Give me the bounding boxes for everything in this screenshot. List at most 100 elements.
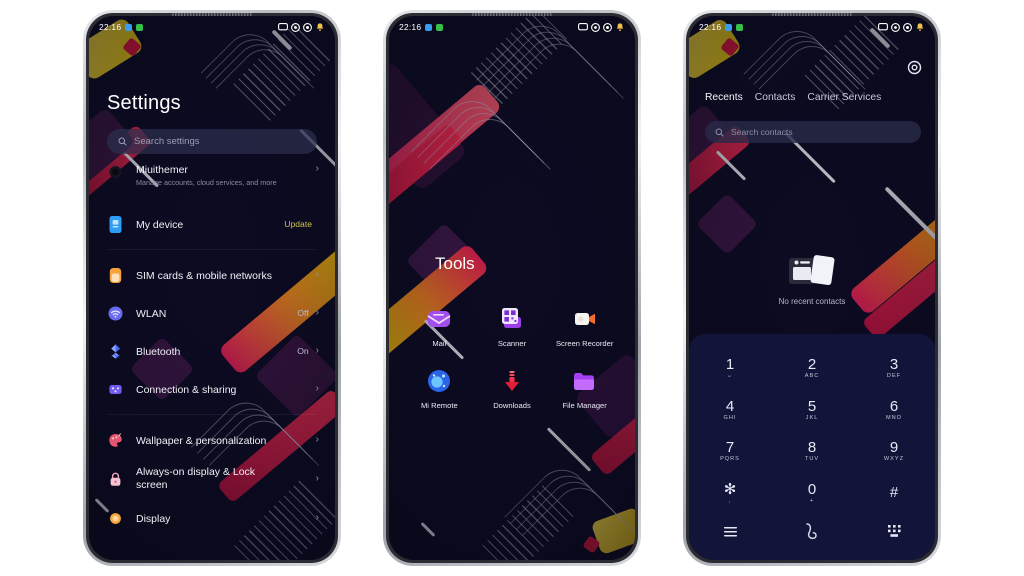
settings-item-wallpaper[interactable]: Wallpaper & personalization › <box>89 421 335 459</box>
key-letters: , <box>728 497 732 504</box>
key-number: 6 <box>889 397 899 415</box>
dialpad-key-8[interactable]: 8 TUV <box>771 431 853 473</box>
phone-bezel: 22:16 Tools Mail Scanner Screen Recorder… <box>386 13 638 563</box>
search-placeholder: Search settings <box>134 136 200 147</box>
settings-item-sub: Manage accounts, cloud services, and mor… <box>136 178 277 187</box>
key-letters: WXYZ <box>883 456 905 463</box>
wallpaper-diamond-a <box>695 192 759 256</box>
contacts-search-input[interactable]: Search contacts <box>705 121 921 143</box>
settings-item-miuithemer[interactable]: Miuithemer Manage accounts, cloud servic… <box>89 161 335 205</box>
settings-item-text: Miuithemer Manage accounts, cloud servic… <box>136 164 316 187</box>
contact-cards-icon <box>789 255 835 286</box>
dialpad-key-6[interactable]: 6 MNO <box>853 390 935 432</box>
chevron-right-icon: › <box>315 345 319 356</box>
dialpad-key-5[interactable]: 5 JKL <box>771 390 853 432</box>
dialpad-key-7[interactable]: 7 PQRS <box>689 431 771 473</box>
tab-contacts[interactable]: Contacts <box>755 92 796 103</box>
phone-bezel: 22:16 Settings Search settings Miuitheme… <box>86 13 338 563</box>
app-icon-downloads[interactable]: Downloads <box>476 366 549 410</box>
dialpad-key-star[interactable]: ✻, <box>689 473 771 515</box>
status-bar-left: 22:16 <box>99 22 144 32</box>
dialpad-key-9[interactable]: 9 WXYZ <box>853 431 935 473</box>
call-button[interactable] <box>801 521 823 548</box>
dialpad-key-3[interactable]: 3 DEF <box>853 348 935 390</box>
dialpad-key-4[interactable]: 4 GHI <box>689 390 771 432</box>
key-number: 1 <box>725 356 735 374</box>
status-bar-left: 22:16 <box>399 22 444 32</box>
record-icon <box>591 22 600 32</box>
settings-item-label: Connection & sharing <box>136 384 237 396</box>
search-input[interactable]: Search settings <box>107 129 317 154</box>
phone-home-folder: 22:16 Tools Mail Scanner Screen Recorder… <box>383 10 641 566</box>
notification-bell-icon <box>616 23 624 32</box>
key-number: 7 <box>725 439 735 457</box>
settings-item-label: Bluetooth <box>136 346 181 358</box>
record-icon <box>291 22 300 32</box>
dialpad: 1 ⌣ 2 ABC 3 DEF 4 GHI 5 JKL 6 MNO 7 PQRS 8 TUV 9… <box>689 334 935 560</box>
keypad-toggle-button[interactable] <box>887 524 902 544</box>
app-icon-mi-remote[interactable]: Mi Remote <box>403 366 476 410</box>
app-icon-file-manager[interactable]: File Manager <box>548 366 621 410</box>
app-icon-mail[interactable]: Mail <box>403 304 476 348</box>
tab-recents[interactable]: Recents <box>705 92 743 103</box>
contacts-search-placeholder: Search contacts <box>731 127 793 137</box>
qr-scanner-icon <box>497 304 527 334</box>
status-dot-blue <box>725 23 733 31</box>
settings-item-display[interactable]: Display › <box>89 499 335 537</box>
settings-item-value: On <box>297 346 309 356</box>
key-number: ✻ <box>723 480 737 498</box>
folder-icon <box>570 366 600 396</box>
app-label: Mi Remote <box>420 401 458 411</box>
phone-bezel: 22:16 Recents Contacts Carrier Services … <box>686 13 938 563</box>
dialpad-key-0[interactable]: 0 + <box>771 473 853 515</box>
key-number: 0 <box>807 480 817 498</box>
bluetooth-icon <box>107 341 124 362</box>
settings-item-label: Wallpaper & personalization <box>136 435 267 447</box>
status-bar-right <box>578 22 625 32</box>
key-number: 4 <box>725 397 735 415</box>
key-letters: DEF <box>886 373 902 380</box>
settings-item-label: SIM cards & mobile networks <box>136 270 272 282</box>
status-time: 22:16 <box>99 22 122 32</box>
screen-tools-folder: 22:16 Tools Mail Scanner Screen Recorder… <box>389 16 635 560</box>
settings-item-lock-screen[interactable]: Always-on display & Lock screen › <box>89 459 335 499</box>
wallpaper <box>389 16 635 560</box>
account-avatar-icon <box>107 164 124 185</box>
app-label: File Manager <box>562 401 607 411</box>
settings-item-sim-cards[interactable]: SIM cards & mobile networks › <box>89 256 335 294</box>
settings-item-bluetooth[interactable]: Bluetooth On › <box>89 332 335 370</box>
menu-button[interactable] <box>723 525 738 543</box>
app-icon-screen-recorder[interactable]: Screen Recorder <box>548 304 621 348</box>
settings-item-text: Connection & sharing <box>136 380 316 398</box>
screen-dialer: 22:16 Recents Contacts Carrier Services … <box>689 16 935 560</box>
settings-item-label: Miuithemer <box>136 164 188 176</box>
list-divider <box>107 249 317 250</box>
chevron-right-icon: › <box>315 307 319 318</box>
menu-icon <box>723 527 737 537</box>
settings-item-wlan[interactable]: WLAN Off › <box>89 294 335 332</box>
settings-item-connection-sharing[interactable]: Connection & sharing › <box>89 370 335 408</box>
status-bar-right <box>278 22 325 32</box>
wifi-icon <box>107 303 124 324</box>
empty-state: No recent contacts <box>689 251 935 306</box>
settings-item-my-device[interactable]: My device Update <box>89 205 335 243</box>
device-icon <box>107 214 124 235</box>
phone-frame: 22:16 Recents Contacts Carrier Services … <box>683 10 941 566</box>
key-letters: GHI <box>723 414 737 421</box>
dialer-settings-button[interactable] <box>907 60 922 80</box>
dialpad-key-hash[interactable]: # <box>853 473 935 515</box>
record-icon <box>891 22 900 32</box>
app-label: Downloads <box>493 401 531 411</box>
wallpaper-slash-2 <box>546 427 592 472</box>
dialpad-key-1[interactable]: 1 ⌣ <box>689 348 771 390</box>
phone-frame: 22:16 Tools Mail Scanner Screen Recorder… <box>383 10 641 566</box>
chevron-right-icon: › <box>315 512 319 523</box>
empty-state-text: No recent contacts <box>778 297 846 306</box>
settings-item-text: Bluetooth <box>136 342 297 360</box>
search-icon <box>715 127 724 137</box>
tab-carrier-services[interactable]: Carrier Services <box>807 92 881 103</box>
connection-sharing-icon <box>107 379 124 400</box>
app-icon-scanner[interactable]: Scanner <box>476 304 549 348</box>
dialpad-key-2[interactable]: 2 ABC <box>771 348 853 390</box>
chat-icon <box>578 22 588 30</box>
